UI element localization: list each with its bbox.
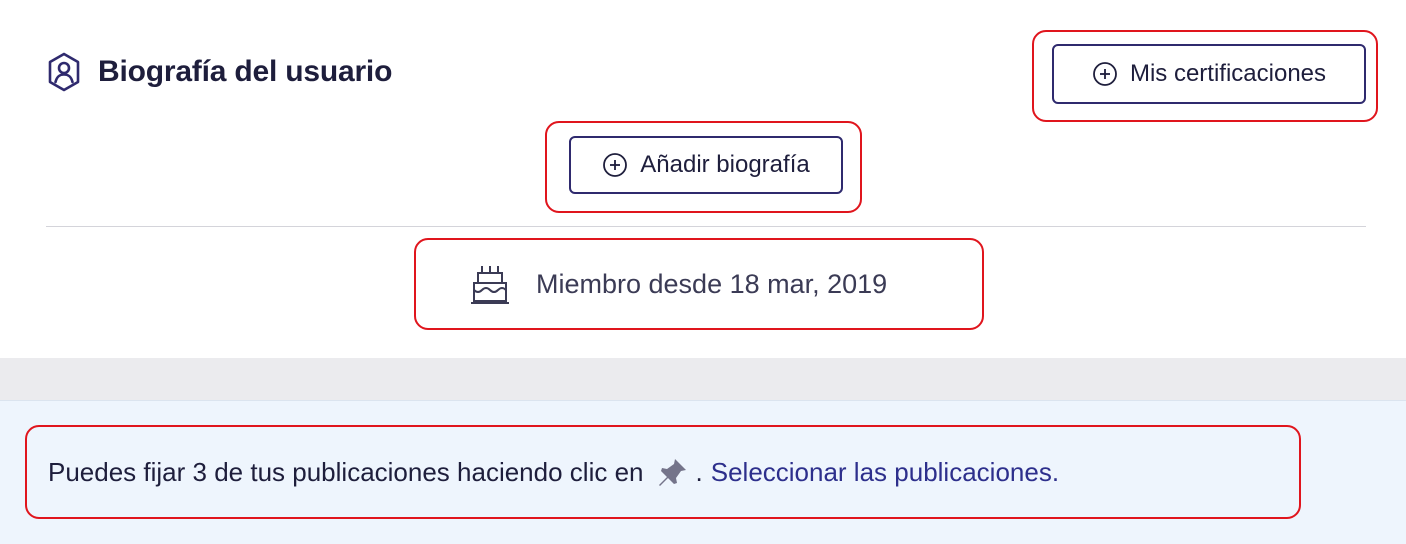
pin-info-period: . — [695, 456, 703, 487]
my-certifications-button[interactable]: Mis certificaciones — [1052, 44, 1366, 104]
add-bio-label: Añadir biografía — [640, 151, 810, 178]
cake-icon — [471, 266, 509, 304]
divider — [46, 226, 1366, 227]
select-posts-link[interactable]: Seleccionar las publicaciones. — [711, 457, 1059, 488]
plus-circle-icon — [603, 153, 628, 177]
pin-info-message: Puedes fijar 3 de tus publicaciones haci… — [48, 456, 644, 487]
plus-circle-icon — [1093, 62, 1117, 86]
my-certifications-label: Mis certificaciones — [1129, 60, 1327, 87]
page-title: Biografía del usuario — [98, 55, 393, 88]
section-separator — [0, 358, 1406, 400]
pin-info-text: Puedes fijar 3 de tus publicaciones haci… — [48, 450, 1059, 494]
member-since-text: Miembro desde 18 mar, 2019 — [536, 268, 888, 299]
member-since: Miembro desde 18 mar, 2019 — [470, 258, 887, 310]
pin-icon — [658, 459, 686, 486]
user-shield-icon — [48, 52, 80, 92]
bio-header: Biografía del usuario — [46, 50, 392, 94]
add-bio-button[interactable]: Añadir biografía — [569, 136, 843, 194]
